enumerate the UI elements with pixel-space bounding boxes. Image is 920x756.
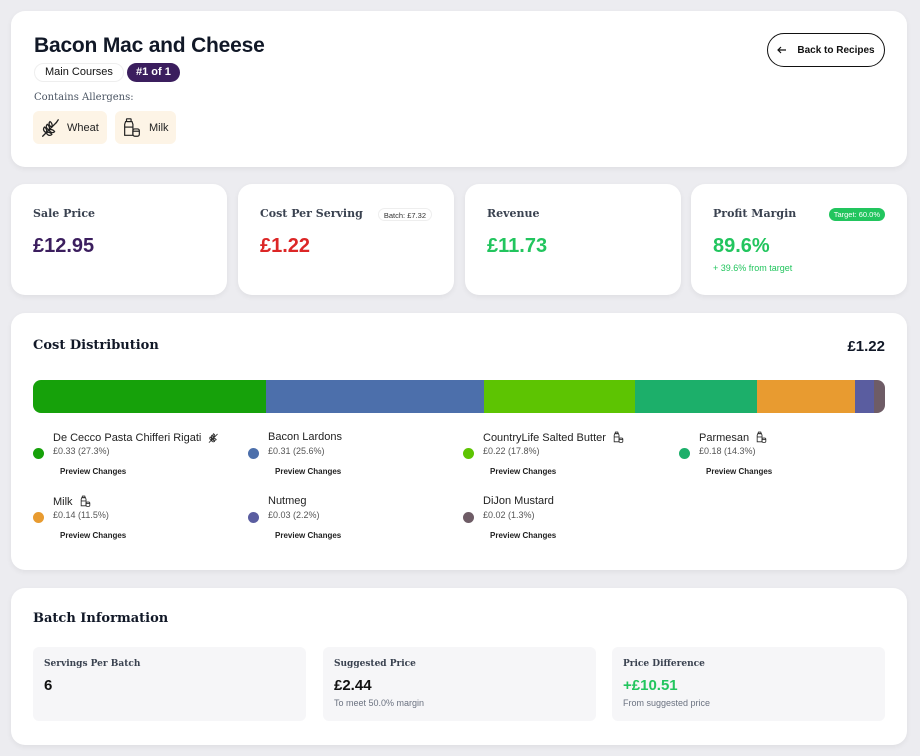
preview-changes-button[interactable]: Preview Changes [275, 467, 341, 476]
batch-information-title: Batch Information [33, 611, 169, 626]
legend-color-dot [33, 512, 44, 523]
ingredient-cost: £0.33 (27.3%) [53, 446, 110, 456]
ingredient-name-text: De Cecco Pasta Chifferi Rigati [53, 431, 202, 444]
cost-distribution-bar [33, 380, 885, 413]
milk-icon [124, 117, 140, 137]
suggested-price-note: To meet 50.0% margin [334, 698, 425, 708]
ingredient-name-text: Bacon Lardons [268, 431, 342, 443]
ingredient-cost: £0.02 (1.3%) [483, 510, 535, 520]
milk-icon [613, 431, 624, 443]
cost-distribution-title: Cost Distribution [33, 338, 159, 353]
preview-changes-button[interactable]: Preview Changes [60, 467, 126, 476]
cost-per-serving-value: £1.22 [260, 235, 311, 257]
servings-label: Servings Per Batch [44, 659, 141, 669]
legend-color-dot [679, 448, 690, 459]
back-to-recipes-button[interactable]: Back to Recipes [767, 33, 885, 67]
ingredient-name-text: CountryLife Salted Butter [483, 431, 606, 444]
cost-legend-item: Nutmeg £0.03 (2.2%) Preview Changes [248, 495, 458, 555]
preview-changes-button[interactable]: Preview Changes [275, 531, 341, 540]
ingredient-name-text: Milk [53, 495, 73, 508]
ingredient-name: De Cecco Pasta Chifferi Rigati [53, 431, 220, 444]
price-difference-note: From suggested price [623, 698, 711, 708]
servings-value: 6 [44, 677, 53, 694]
legend-color-dot [463, 512, 474, 523]
ingredient-name-text: Nutmeg [268, 495, 307, 507]
ingredient-name-text: DiJon Mustard [483, 495, 554, 507]
legend-color-dot [248, 512, 259, 523]
cost-bar-segment [33, 380, 266, 413]
milk-icon [756, 431, 767, 443]
cost-per-serving-label: Cost Per Serving [260, 207, 363, 220]
cost-legend-item: Milk £0.14 (11.5%) Preview Changes [33, 495, 243, 555]
ingredient-cost: £0.31 (25.6%) [268, 446, 325, 456]
price-difference-box: Price Difference +£10.51 From suggested … [612, 647, 885, 721]
wheat-icon [42, 118, 59, 137]
legend-color-dot [33, 448, 44, 459]
ingredient-name: DiJon Mustard [483, 495, 554, 507]
revenue-value: £11.73 [487, 235, 548, 257]
cost-distribution-card: Cost Distribution £1.22 De Cecco Pasta C… [11, 313, 907, 570]
suggested-price-box: Suggested Price £2.44 To meet 50.0% marg… [323, 647, 596, 721]
rank-badge: #1 of 1 [127, 63, 180, 82]
target-badge: Target: 60.0% [828, 208, 885, 221]
allergen-chip-milk: Milk [115, 111, 176, 144]
ingredient-cost: £0.18 (14.3%) [699, 446, 756, 456]
sale-price-card: Sale Price £12.95 [11, 184, 227, 295]
allergens-label: Contains Allergens: [34, 92, 134, 103]
milk-icon [80, 495, 90, 507]
wheat-icon [209, 433, 219, 443]
allergen-chip-wheat: Wheat [33, 111, 107, 144]
legend-color-dot [463, 448, 474, 459]
allergen-name: Milk [149, 121, 169, 134]
ingredient-name: Parmesan [699, 431, 768, 444]
batch-cost-badge: Batch: £7.32 [377, 208, 432, 221]
price-difference-value: +£10.51 [623, 677, 678, 694]
cost-legend-item: CountryLife Salted Butter £0.22 (17.8%) Pr… [463, 431, 673, 491]
category-badge: Main Courses [34, 63, 124, 82]
recipe-header-card: Bacon Mac and Cheese Main Courses #1 of … [11, 11, 907, 167]
cost-total: £1.22 [847, 338, 885, 355]
cost-legend-item: DiJon Mustard £0.02 (1.3%) Preview Changes [463, 495, 673, 555]
ingredient-cost: £0.14 (11.5%) [53, 510, 109, 520]
legend-color-dot [248, 448, 259, 459]
ingredient-name: Nutmeg [268, 495, 307, 507]
ingredient-name: Bacon Lardons [268, 431, 342, 443]
price-difference-label: Price Difference [623, 659, 705, 669]
preview-changes-button[interactable]: Preview Changes [60, 531, 126, 540]
recipe-title: Bacon Mac and Cheese [34, 34, 265, 57]
ingredient-cost: £0.03 (2.2%) [268, 510, 320, 520]
revenue-card: Revenue £11.73 [465, 184, 681, 295]
profit-margin-label: Profit Margin [713, 207, 797, 220]
ingredient-name: CountryLife Salted Butter [483, 431, 625, 444]
batch-information-card: Batch Information Servings Per Batch 6 S… [11, 588, 907, 745]
sale-price-value: £12.95 [33, 235, 95, 257]
allergen-name: Wheat [67, 121, 99, 134]
cost-bar-segment [483, 380, 636, 413]
cost-bar-segment [873, 380, 885, 413]
back-button-label: Back to Recipes [797, 44, 875, 56]
preview-changes-button[interactable]: Preview Changes [706, 467, 772, 476]
cost-legend-item: De Cecco Pasta Chifferi Rigati £0.33 (27.… [33, 431, 243, 491]
cost-per-serving-card: Cost Per Serving Batch: £7.32 £1.22 [238, 184, 454, 295]
arrow-left-icon [777, 46, 787, 54]
ingredient-cost: £0.22 (17.8%) [483, 446, 540, 456]
preview-changes-button[interactable]: Preview Changes [490, 467, 556, 476]
profit-margin-card: Profit Margin Target: 60.0% 89.6% + 39.6… [691, 184, 907, 295]
profit-margin-delta: + 39.6% from target [713, 263, 793, 273]
cost-bar-segment [757, 380, 856, 413]
cost-legend-item: Bacon Lardons £0.31 (25.6%) Preview Change… [248, 431, 458, 491]
suggested-price-value: £2.44 [334, 677, 372, 694]
revenue-label: Revenue [487, 207, 540, 220]
servings-per-batch-box: Servings Per Batch 6 [33, 647, 306, 721]
cost-bar-segment [265, 380, 484, 413]
preview-changes-button[interactable]: Preview Changes [490, 531, 556, 540]
cost-bar-segment [635, 380, 758, 413]
cost-legend-item: Parmesan £0.18 (14.3%) Preview Changes [679, 431, 889, 491]
profit-margin-value: 89.6% [713, 235, 770, 257]
ingredient-name-text: Parmesan [699, 431, 750, 444]
suggested-price-label: Suggested Price [334, 659, 416, 669]
ingredient-name: Milk [53, 495, 92, 508]
cost-bar-segment [855, 380, 874, 413]
sale-price-label: Sale Price [33, 207, 96, 220]
